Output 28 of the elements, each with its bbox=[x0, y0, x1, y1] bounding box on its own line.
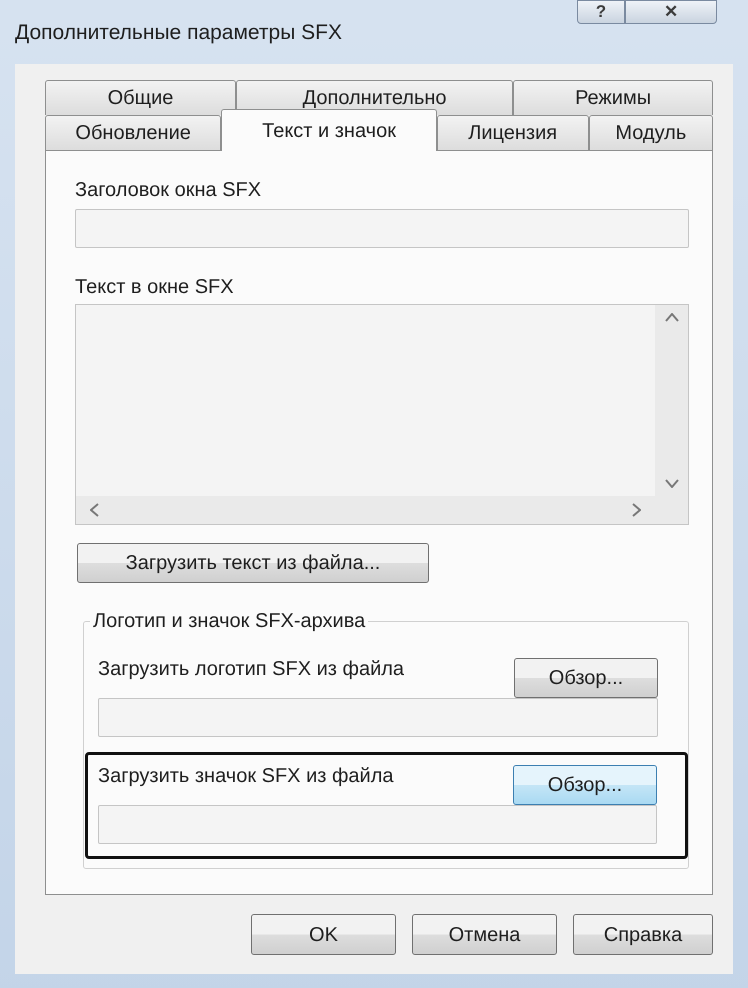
scroll-down-icon[interactable] bbox=[664, 479, 678, 488]
field-label: Текст в окне SFX bbox=[75, 275, 235, 300]
field-label: Загрузить значок SFX из файла bbox=[98, 764, 394, 789]
browse-button[interactable]: Обзор... bbox=[513, 765, 657, 805]
file-path-field[interactable] bbox=[98, 698, 658, 737]
tab[interactable]: Модуль bbox=[588, 115, 713, 150]
horizontal-scrollbar[interactable] bbox=[76, 496, 655, 524]
tab[interactable]: Общие bbox=[45, 80, 236, 115]
scroll-up-icon[interactable] bbox=[664, 313, 678, 322]
tab[interactable]: Режимы bbox=[513, 80, 713, 115]
tab[interactable]: Обновление bbox=[45, 115, 222, 150]
text-field[interactable] bbox=[75, 209, 689, 248]
scroll-right-icon[interactable] bbox=[632, 503, 641, 517]
dialog-button[interactable]: OK bbox=[251, 914, 396, 955]
close-button[interactable]: ✕ bbox=[625, 0, 717, 24]
tab[interactable]: Текст и значок bbox=[221, 109, 437, 151]
window-title: Дополнительные параметры SFX bbox=[15, 20, 343, 46]
scroll-left-icon[interactable] bbox=[90, 503, 99, 517]
field-label: Заголовок окна SFX bbox=[75, 178, 262, 203]
file-path-field[interactable] bbox=[98, 805, 657, 844]
tab[interactable]: Лицензия bbox=[436, 115, 589, 150]
help-button[interactable]: ? bbox=[577, 0, 625, 24]
dialog-button[interactable]: Отмена bbox=[412, 914, 557, 955]
load-text-button[interactable]: Загрузить текст из файла... bbox=[77, 543, 429, 583]
field-label: Загрузить логотип SFX из файла bbox=[98, 657, 404, 682]
dialog-button[interactable]: Справка bbox=[573, 914, 713, 955]
browse-button[interactable]: Обзор... bbox=[514, 658, 658, 698]
vertical-scrollbar[interactable] bbox=[655, 305, 688, 496]
